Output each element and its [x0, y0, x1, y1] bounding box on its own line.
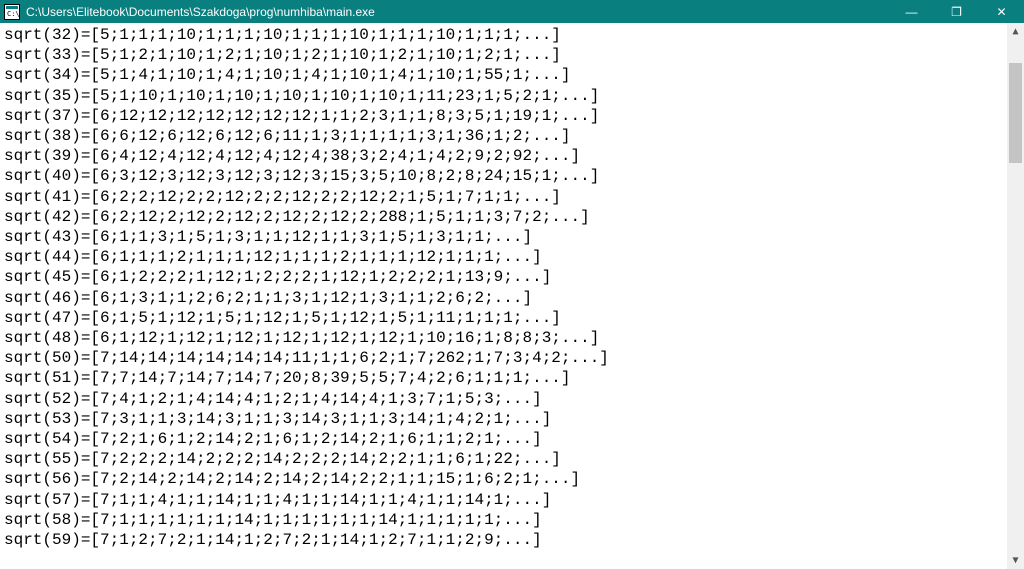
console-line: sqrt(50)=[7;14;14;14;14;14;14;11;1;1;6;2…	[4, 348, 1003, 368]
window-title: C:\Users\Elitebook\Documents\Szakdoga\pr…	[26, 5, 889, 19]
console-line: sqrt(53)=[7;3;1;1;3;14;3;1;1;3;14;3;1;1;…	[4, 409, 1003, 429]
scroll-thumb[interactable]	[1009, 63, 1022, 163]
console-line: sqrt(57)=[7;1;1;4;1;1;14;1;1;4;1;1;14;1;…	[4, 490, 1003, 510]
console-window: C:\ C:\Users\Elitebook\Documents\Szakdog…	[0, 0, 1024, 569]
maximize-button[interactable]: ❐	[934, 0, 979, 23]
console-line: sqrt(32)=[5;1;1;1;10;1;1;1;10;1;1;1;10;1…	[4, 25, 1003, 45]
close-button[interactable]: ✕	[979, 0, 1024, 23]
svg-text:C:\: C:\	[7, 10, 20, 18]
console-line: sqrt(58)=[7;1;1;1;1;1;1;14;1;1;1;1;1;1;1…	[4, 510, 1003, 530]
scroll-up-arrow[interactable]: ▲	[1007, 23, 1024, 40]
console-line: sqrt(52)=[7;4;1;2;1;4;14;4;1;2;1;4;14;4;…	[4, 389, 1003, 409]
scroll-down-arrow[interactable]: ▼	[1007, 552, 1024, 569]
console-line: sqrt(41)=[6;2;2;12;2;2;12;2;2;12;2;2;12;…	[4, 187, 1003, 207]
console-line: sqrt(38)=[6;6;12;6;12;6;12;6;11;1;3;1;1;…	[4, 126, 1003, 146]
client-area: sqrt(32)=[5;1;1;1;10;1;1;1;10;1;1;1;10;1…	[0, 23, 1024, 569]
console-line: sqrt(33)=[5;1;2;1;10;1;2;1;10;1;2;1;10;1…	[4, 45, 1003, 65]
console-line: sqrt(43)=[6;1;1;3;1;5;1;3;1;1;12;1;1;3;1…	[4, 227, 1003, 247]
minimize-button[interactable]: —	[889, 0, 934, 23]
console-line: sqrt(37)=[6;12;12;12;12;12;12;12;1;1;2;3…	[4, 106, 1003, 126]
console-line: sqrt(54)=[7;2;1;6;1;2;14;2;1;6;1;2;14;2;…	[4, 429, 1003, 449]
console-line: sqrt(56)=[7;2;14;2;14;2;14;2;14;2;14;2;2…	[4, 469, 1003, 489]
console-line: sqrt(51)=[7;7;14;7;14;7;14;7;20;8;39;5;5…	[4, 368, 1003, 388]
console-line: sqrt(39)=[6;4;12;4;12;4;12;4;12;4;38;3;2…	[4, 146, 1003, 166]
chevron-down-icon: ▼	[1012, 555, 1018, 566]
chevron-up-icon: ▲	[1012, 26, 1018, 37]
console-line: sqrt(55)=[7;2;2;2;14;2;2;2;14;2;2;2;14;2…	[4, 449, 1003, 469]
maximize-icon: ❐	[951, 5, 962, 19]
titlebar[interactable]: C:\ C:\Users\Elitebook\Documents\Szakdog…	[0, 0, 1024, 23]
console-line: sqrt(46)=[6;1;3;1;1;2;6;2;1;1;3;1;12;1;3…	[4, 288, 1003, 308]
console-output[interactable]: sqrt(32)=[5;1;1;1;10;1;1;1;10;1;1;1;10;1…	[0, 23, 1007, 569]
vertical-scrollbar[interactable]: ▲ ▼	[1007, 23, 1024, 569]
console-line: sqrt(47)=[6;1;5;1;12;1;5;1;12;1;5;1;12;1…	[4, 308, 1003, 328]
close-icon: ✕	[996, 5, 1006, 19]
console-line: sqrt(44)=[6;1;1;1;2;1;1;1;12;1;1;1;2;1;1…	[4, 247, 1003, 267]
window-controls: — ❐ ✕	[889, 0, 1024, 23]
console-line: sqrt(48)=[6;1;12;1;12;1;12;1;12;1;12;1;1…	[4, 328, 1003, 348]
console-line: sqrt(34)=[5;1;4;1;10;1;4;1;10;1;4;1;10;1…	[4, 65, 1003, 85]
minimize-icon: —	[906, 5, 918, 19]
console-line: sqrt(59)=[7;1;2;7;2;1;14;1;2;7;2;1;14;1;…	[4, 530, 1003, 550]
console-line: sqrt(40)=[6;3;12;3;12;3;12;3;12;3;15;3;5…	[4, 166, 1003, 186]
console-line: sqrt(35)=[5;1;10;1;10;1;10;1;10;1;10;1;1…	[4, 86, 1003, 106]
console-icon: C:\	[4, 4, 20, 20]
console-line: sqrt(45)=[6;1;2;2;2;1;12;1;2;2;2;1;12;1;…	[4, 267, 1003, 287]
console-line: sqrt(42)=[6;2;12;2;12;2;12;2;12;2;12;2;2…	[4, 207, 1003, 227]
